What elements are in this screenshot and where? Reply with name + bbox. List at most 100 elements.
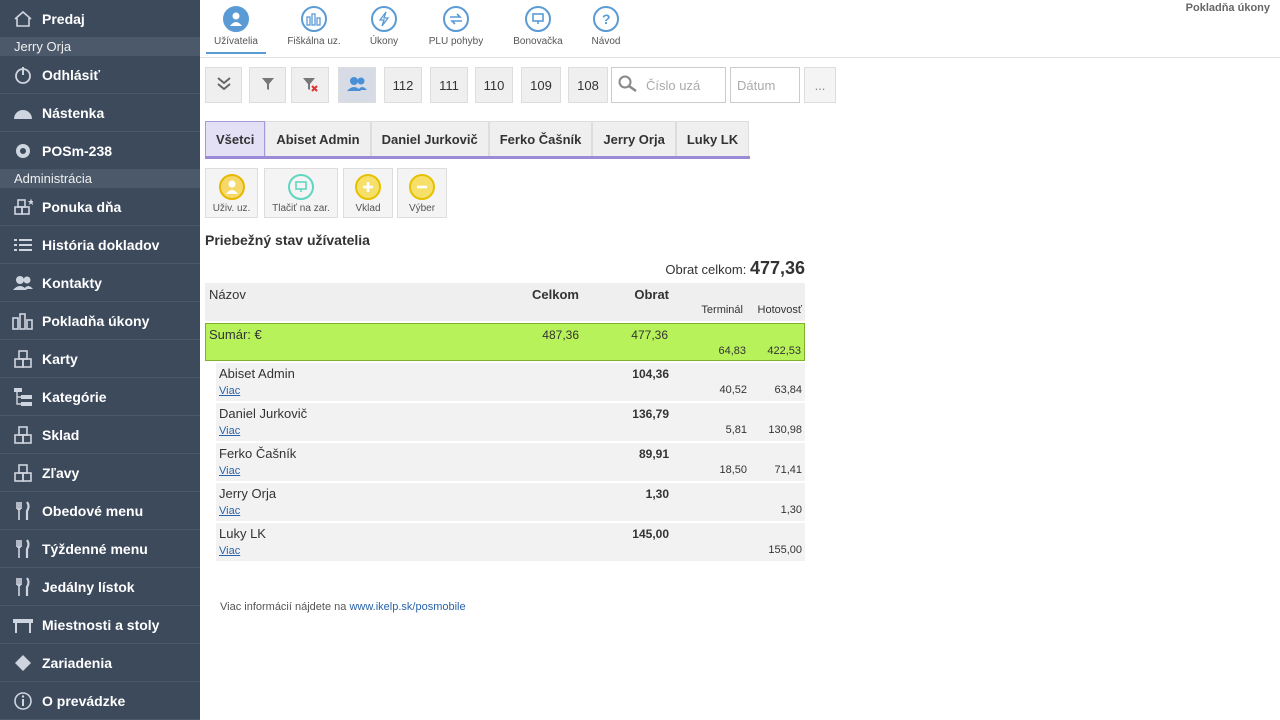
footer-link[interactable]: www.ikelp.sk/posmobile [349, 601, 465, 613]
table-row: Luky LK Viac 145,00 155,00 [216, 523, 805, 561]
summary-row: Sumár: € 487,36 477,36 64,83 422,53 [205, 323, 805, 361]
row-hotovost: 1,30 [780, 504, 802, 516]
section-title: Priebežný stav užívatelia [205, 232, 370, 248]
number-button[interactable]: 111 [430, 67, 468, 103]
number-button[interactable]: 110 [475, 67, 513, 103]
arrows-icon [443, 6, 469, 32]
user-tab[interactable]: Ferko Čašník [488, 121, 593, 157]
filter-button[interactable] [249, 67, 286, 103]
user-icon [223, 6, 249, 32]
date-input[interactable]: Dátum [730, 67, 800, 103]
clear-filter-button[interactable] [291, 67, 329, 103]
table-header: Názov Celkom Obrat Terminál Hotovosť [205, 283, 805, 321]
tab-fi-k-lna-uz-[interactable]: Fiškálna uz. [284, 6, 344, 47]
user-tabs: Všetci Abiset Admin Daniel Jurkovič Ferko Č… [205, 121, 750, 157]
info-icon [12, 690, 34, 712]
turnover-label: Obrat celkom: [665, 262, 747, 277]
more-link[interactable]: Viac [219, 505, 240, 517]
collapse-button[interactable] [205, 67, 242, 103]
boxes-icon [12, 424, 34, 446]
user-tab[interactable]: Luky LK [675, 121, 750, 157]
sidebar-item-predaj[interactable]: Predaj [0, 0, 200, 38]
sidebar-item-5[interactable]: Kategórie [0, 378, 200, 416]
number-button[interactable]: 112 [384, 67, 422, 103]
sidebar-item-dashboard[interactable]: Nástenka [0, 94, 200, 132]
gauge-icon [12, 102, 34, 124]
sidebar-item-label: Sklad [42, 426, 80, 443]
sidebar-item-logout[interactable]: Odhlásiť [0, 56, 200, 94]
user-closing-button[interactable]: Uživ. uz. [205, 168, 258, 218]
sidebar-item-2[interactable]: Kontakty [0, 264, 200, 302]
sidebar-item-7[interactable]: Zľavy [0, 454, 200, 492]
number-button[interactable]: 108 [568, 67, 608, 103]
action-label: Tlačiť na zar. [272, 203, 330, 214]
sidebar-item-label: Týždenné menu [42, 540, 148, 557]
row-obrat: 145,00 [632, 527, 669, 541]
sidebar-item-0[interactable]: ★ Ponuka dňa [0, 188, 200, 226]
sidebar-item-13[interactable]: O prevádzke [0, 682, 200, 720]
monitor-icon [288, 174, 314, 200]
table-row: Daniel Jurkovič Viac 136,79 5,81 130,98 [216, 403, 805, 441]
more-link[interactable]: Viac [219, 385, 240, 397]
sidebar-item-3[interactable]: Pokladňa úkony [0, 302, 200, 340]
print-button[interactable]: Tlačiť na zar. [264, 168, 338, 218]
sidebar-item-8[interactable]: Obedové menu [0, 492, 200, 530]
sidebar-item-label: Nástenka [42, 104, 105, 121]
user-tab[interactable]: Daniel Jurkovič [370, 121, 489, 157]
admin-header: Administrácia [0, 170, 200, 188]
withdraw-button[interactable]: Výber [397, 168, 447, 218]
sidebar-item-label: Odhlásiť [42, 66, 101, 83]
user-tab[interactable]: Abiset Admin [265, 121, 371, 157]
sidebar-item-label: Miestnosti a stoly [42, 616, 160, 633]
more-link[interactable]: Viac [219, 545, 240, 557]
users-filter-button[interactable] [338, 67, 376, 103]
monitor-icon [525, 6, 551, 32]
sidebar-item-12[interactable]: Zariadenia [0, 644, 200, 682]
page-title: Pokladňa úkony [1185, 2, 1270, 14]
users-icon [346, 76, 368, 95]
sidebar-item-label: História dokladov [42, 236, 160, 253]
table-icon [12, 614, 34, 636]
table-row: Jerry Orja Viac 1,30 1,30 [216, 483, 805, 521]
user-tab[interactable]: Všetci [205, 121, 266, 157]
row-terminal: 40,52 [719, 384, 747, 396]
sum-celkom: 487,36 [542, 328, 579, 342]
row-hotovost: 155,00 [768, 544, 802, 556]
gear-icon [12, 140, 34, 162]
tab--kony[interactable]: Úkony [354, 6, 414, 47]
row-obrat: 1,30 [645, 487, 669, 501]
deposit-button[interactable]: Vklad [343, 168, 393, 218]
tab-label: Bonovačka [513, 36, 563, 47]
more-link[interactable]: Viac [219, 465, 240, 477]
turnover-value: 477,36 [749, 258, 805, 278]
number-button[interactable]: 109 [521, 67, 561, 103]
sidebar-item-4[interactable]: Karty [0, 340, 200, 378]
tab-n-vod[interactable]: ? Návod [576, 6, 636, 47]
sidebar-item-6[interactable]: Sklad [0, 416, 200, 454]
sidebar-item-pos[interactable]: POSm-238 [0, 132, 200, 170]
tab-bonova-ka[interactable]: Bonovačka [508, 6, 568, 47]
tab-plu-pohyby[interactable]: PLU pohyby [426, 6, 486, 47]
more-button[interactable]: ... [804, 67, 836, 103]
sidebar-item-9[interactable]: Týždenné menu [0, 530, 200, 568]
col-name: Názov [209, 287, 246, 302]
bar-chart-icon [12, 310, 34, 332]
row-name: Abiset Admin [219, 366, 295, 381]
plus-icon [355, 174, 381, 200]
tab-label: Návod [591, 36, 621, 47]
sidebar-item-11[interactable]: Miestnosti a stoly [0, 606, 200, 644]
sidebar-item-1[interactable]: História dokladov [0, 226, 200, 264]
tab-u-vatelia[interactable]: Užívatelia [206, 6, 266, 54]
row-terminal: 5,81 [725, 424, 747, 436]
row-terminal: 18,50 [719, 464, 747, 476]
sum-obrat: 477,36 [631, 328, 668, 342]
user-tab[interactable]: Jerry Orja [592, 121, 676, 157]
sidebar-item-label: O prevádzke [42, 692, 126, 709]
more-link[interactable]: Viac [219, 425, 240, 437]
minus-icon [409, 174, 435, 200]
users-table: Názov Celkom Obrat Terminál Hotovosť Sum… [205, 283, 805, 561]
question-icon: ? [593, 6, 619, 32]
sidebar-item-label: Zariadenia [42, 654, 113, 671]
sidebar-item-10[interactable]: Jedálny lístok [0, 568, 200, 606]
search-input[interactable]: Číslo uzá [611, 67, 726, 103]
